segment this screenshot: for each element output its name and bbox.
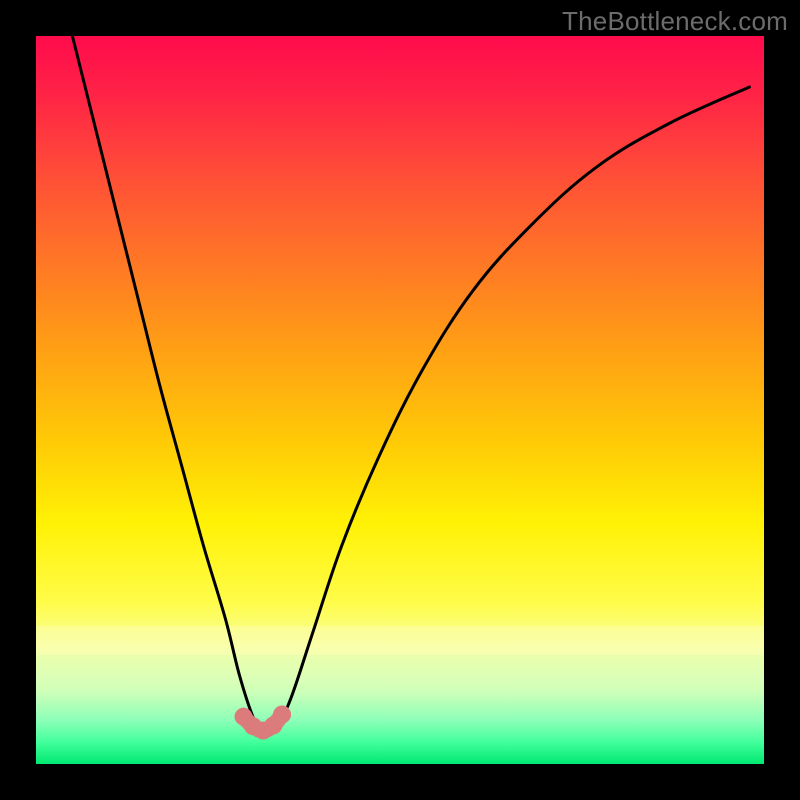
chart-frame: TheBottleneck.com <box>0 0 800 800</box>
curve-marker <box>273 705 291 723</box>
bottleneck-curve <box>36 36 764 764</box>
watermark-text: TheBottleneck.com <box>562 6 788 37</box>
curve-path <box>72 36 749 735</box>
plot-area <box>36 36 764 764</box>
